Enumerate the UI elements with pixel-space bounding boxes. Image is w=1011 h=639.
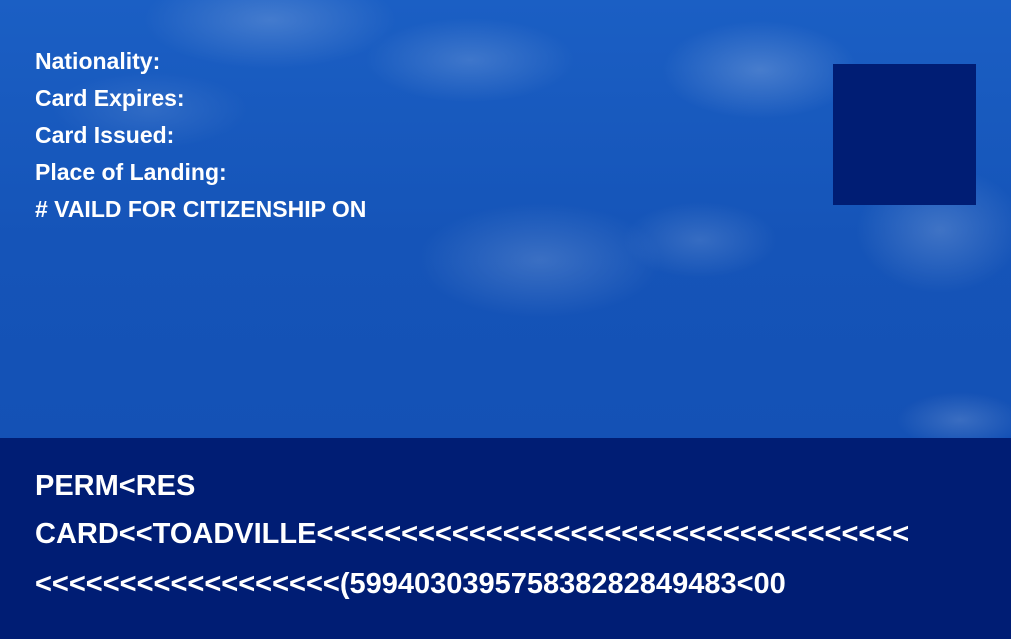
card-expires-label: Card Expires: [35,85,185,111]
nationality-label: Nationality: [35,48,161,74]
place-of-landing-label: Place of Landing: [35,159,227,185]
photo-placeholder [833,64,976,205]
mrz-line-2: CARD<<TOADVILLE<<<<<<<<<<<<<<<<<<<<<<<<<… [35,518,910,550]
mrz-line-1: PERM<RES [35,470,196,502]
card-issued-label: Card Issued: [35,122,175,148]
citizenship-validity-label: # VAILD FOR CITIZENSHIP ON [35,196,367,222]
card-info-fields: Nationality: Card Expires: Card Issued: … [35,43,366,228]
machine-readable-zone: PERM<RES CARD<<TOADVILLE<<<<<<<<<<<<<<<<… [0,438,1011,639]
permanent-resident-card-back: Nationality: Card Expires: Card Issued: … [0,0,1011,639]
mrz-line-3: <<<<<<<<<<<<<<<<<<(599403039575838282849… [35,568,786,600]
